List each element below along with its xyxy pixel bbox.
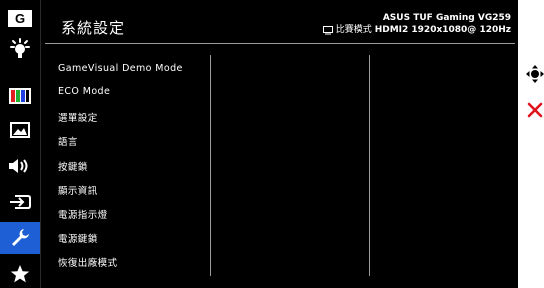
mode-label: 比賽模式 (335, 25, 372, 35)
menu-item-language[interactable]: 語言 (58, 134, 78, 148)
close-button[interactable] (526, 101, 544, 119)
bulb-icon (10, 38, 30, 58)
sidebar-item-sound[interactable] (2, 154, 38, 178)
column-divider (369, 55, 370, 276)
svg-text:G: G (15, 11, 25, 26)
sidebar-item-input-select[interactable] (2, 190, 38, 214)
status-info: ASUS TUF Gaming VG259 比賽模式 HDMI2 1920x10… (322, 12, 511, 36)
page-title: 系統設定 (61, 19, 126, 37)
speaker-icon (9, 159, 28, 173)
menu-item-information[interactable]: 顯示資訊 (58, 183, 98, 197)
menu-item-power-indicator[interactable]: 電源指示燈 (58, 207, 108, 221)
menu-item-key-lock[interactable]: 按鍵鎖 (58, 159, 88, 173)
menu-item-all-reset[interactable]: 恢復出廠模式 (58, 255, 117, 269)
menu-item-eco-mode[interactable]: ECO Mode (58, 86, 110, 97)
sidebar-item-myfavorite[interactable] (2, 262, 38, 286)
sidebar-item-gamevisual[interactable]: G (2, 6, 38, 30)
g-icon: G (8, 9, 32, 27)
star-icon (10, 265, 30, 283)
joystick-icon (526, 65, 544, 83)
sidebar-item-color[interactable] (2, 84, 38, 108)
wrench-icon (12, 229, 29, 246)
main-panel: 系統設定 ASUS TUF Gaming VG259 比賽模式 HDMI2 19… (40, 0, 519, 288)
model-name: ASUS TUF Gaming VG259 (382, 13, 511, 23)
close-icon (527, 102, 543, 118)
image-icon (10, 122, 30, 138)
signal-info: HDMI2 1920x1080@ 120Hz (374, 25, 511, 35)
sidebar-item-system-setup[interactable] (0, 222, 40, 254)
monitor-icon (322, 25, 333, 34)
joystick-nav-button[interactable] (526, 65, 544, 83)
sidebar: G (0, 0, 40, 288)
header-divider (45, 43, 515, 44)
input-icon (10, 195, 31, 209)
color-bars-icon (9, 88, 31, 104)
menu-item-gamevisual-demo-mode[interactable]: GameVisual Demo Mode (58, 63, 183, 74)
menu-item-power-key-lock[interactable]: 電源鍵鎖 (58, 231, 98, 245)
column-divider (210, 55, 211, 276)
osd-panel: G 系統設定 ASUS TUF Gaming VG259 比賽模式 HDMI2 … (0, 0, 518, 288)
sidebar-item-blue-light-filter[interactable] (2, 37, 38, 61)
menu-item-osd-setup[interactable]: 選單設定 (58, 110, 98, 124)
sidebar-item-image[interactable] (2, 118, 38, 142)
